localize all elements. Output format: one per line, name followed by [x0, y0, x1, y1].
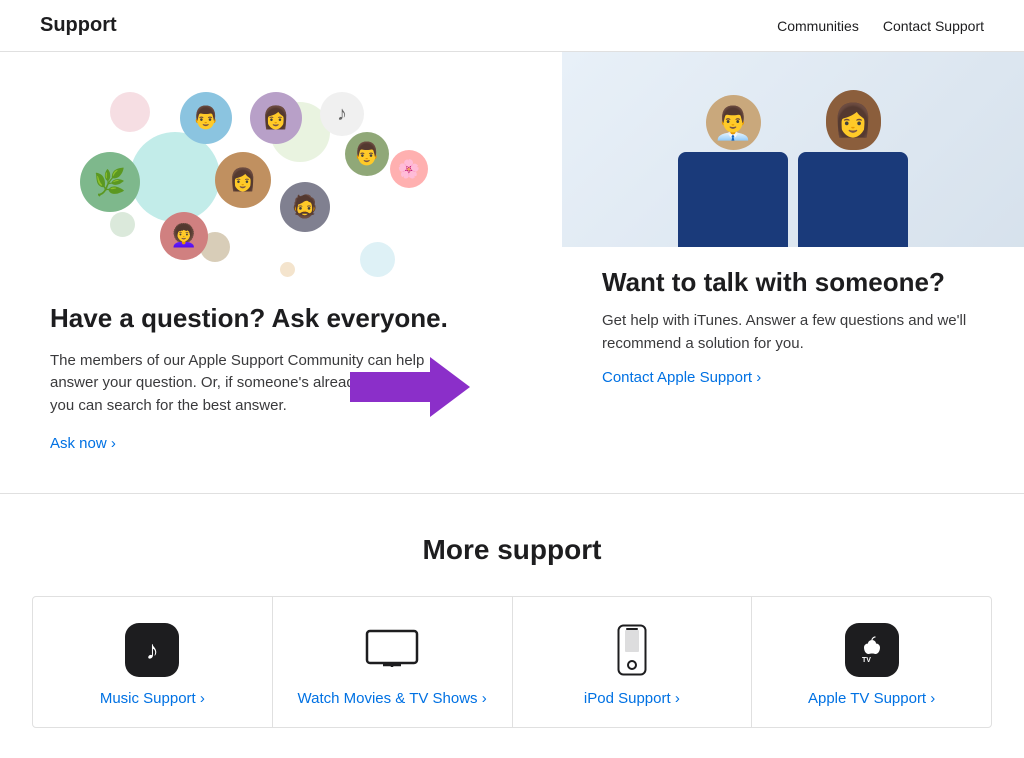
color-blob-blue: [360, 242, 395, 277]
avatar-5: 👩‍🦱: [160, 212, 208, 260]
tv-icon-wrap: [364, 622, 420, 678]
apple-tv-icon: TV: [845, 623, 899, 677]
music-note-bubble: ♪: [320, 92, 364, 136]
support-item-watch[interactable]: Watch Movies & TV Shows ›: [273, 597, 513, 727]
apple-tv-icon-wrap: TV: [844, 622, 900, 678]
person-1-head: 👨‍💼: [706, 95, 761, 150]
avatar-2: 👩: [250, 92, 302, 144]
right-heading: Want to talk with someone?: [602, 267, 984, 298]
music-support-link[interactable]: Music Support ›: [100, 690, 205, 707]
avatar-3: 🌿: [80, 152, 140, 212]
person-1: 👨‍💼: [678, 95, 788, 262]
nav-communities[interactable]: Communities: [777, 18, 859, 34]
person-2-body: [798, 152, 908, 262]
color-blob-peach: [280, 262, 295, 277]
ipod-icon-wrap: [604, 622, 660, 678]
avatar-4: 👩: [215, 152, 271, 208]
more-support-section: More support ♪ Music Support › Watch Mov…: [0, 494, 1024, 758]
music-icon: ♪: [125, 623, 179, 677]
header-nav: Communities Contact Support: [777, 18, 984, 34]
tv-outline-icon: [365, 628, 419, 672]
avatar-7: 👨: [345, 132, 389, 176]
bubble-cluster: 👨 👩 🌿 👩 👩‍🦱 🧔 👨 ♪ 🌸: [50, 82, 410, 282]
ask-now-link[interactable]: Ask now ›: [50, 435, 116, 452]
music-icon-wrap: ♪: [124, 622, 180, 678]
person-2-head: 👩: [826, 90, 881, 150]
header: Support Communities Contact Support: [0, 0, 1024, 52]
color-blob-teal: [130, 132, 220, 222]
people-illustration: 👨‍💼 👩: [562, 52, 1024, 262]
arrow-decoration: [350, 357, 470, 422]
avatar-1: 👨: [180, 92, 232, 144]
left-heading: Have a question? Ask everyone.: [50, 302, 512, 336]
panel-right: 👨‍💼 👩 Want to talk with someone? Get hel…: [562, 52, 1024, 493]
support-item-ipod[interactable]: iPod Support ›: [513, 597, 753, 727]
contact-apple-support-link[interactable]: Contact Apple Support ›: [602, 369, 761, 386]
ipod-outline-icon: [605, 628, 659, 672]
support-item-music[interactable]: ♪ Music Support ›: [33, 597, 273, 727]
watch-movies-link[interactable]: Watch Movies & TV Shows ›: [298, 690, 487, 707]
right-body: Get help with iTunes. Answer a few quest…: [602, 310, 982, 355]
color-blob-sage: [110, 212, 135, 237]
person-1-body: [678, 152, 788, 262]
more-support-heading: More support: [20, 534, 1004, 566]
ipod-support-link[interactable]: iPod Support ›: [584, 690, 680, 707]
header-logo: Support: [40, 14, 117, 37]
svg-text:TV: TV: [862, 657, 871, 664]
avatar-6: 🧔: [280, 182, 330, 232]
support-grid: ♪ Music Support › Watch Movies & TV Show…: [32, 596, 992, 728]
panel-right-content: Want to talk with someone? Get help with…: [562, 247, 1024, 493]
nav-contact-support[interactable]: Contact Support: [883, 18, 984, 34]
color-blob-pink: [110, 92, 150, 132]
main-content: 👨 👩 🌿 👩 👩‍🦱 🧔 👨 ♪ 🌸 Have a question? Ask…: [0, 52, 1024, 494]
apple-tv-support-link[interactable]: Apple TV Support ›: [808, 690, 935, 707]
person-2: 👩: [798, 90, 908, 262]
flower-bubble: 🌸: [390, 150, 428, 188]
support-item-apple-tv[interactable]: TV Apple TV Support ›: [752, 597, 991, 727]
panel-left: 👨 👩 🌿 👩 👩‍🦱 🧔 👨 ♪ 🌸 Have a question? Ask…: [0, 52, 562, 493]
